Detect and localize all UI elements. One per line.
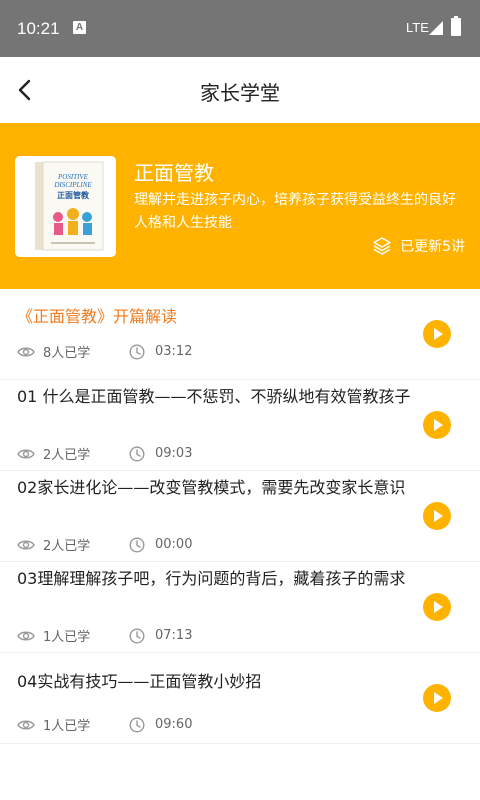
course-banner: POSITIVE DISCIPLINE 正面管教 正面管教 理解并走进孩子内心，…	[0, 123, 480, 289]
lesson-meta: 1人已学 07:13	[17, 626, 192, 645]
notification-a-icon: A	[73, 21, 86, 34]
layers-icon	[373, 237, 391, 255]
list-item[interactable]: 04实战有技巧——正面管教小妙招 1人已学 09:60	[0, 653, 480, 744]
lesson-title: 《正面管教》开篇解读	[17, 307, 178, 326]
battery-icon	[451, 16, 461, 36]
play-button[interactable]	[423, 593, 451, 621]
lesson-title: 03理解理解孩子吧，行为问题的背后，藏着孩子的需求	[17, 569, 406, 588]
app-bar: 家长学堂	[0, 57, 480, 123]
learner-count: 2人已学	[43, 539, 91, 554]
lesson-list: 《正面管教》开篇解读 8人已学 03:12 01 什么是正面管教——不惩罚、不骄…	[0, 289, 480, 744]
lesson-meta: 1人已学 09:60	[17, 715, 192, 734]
updated-count: 已更新5讲	[372, 236, 465, 256]
page-title: 家长学堂	[200, 81, 280, 105]
lesson-meta: 2人已学 00:00	[17, 535, 192, 554]
signal-icon	[429, 21, 443, 35]
cover-cn-title: 正面管教	[57, 190, 90, 200]
lesson-title: 01 什么是正面管教——不惩罚、不骄纵地有效管教孩子	[17, 387, 411, 406]
clock-icon	[129, 536, 145, 553]
list-item[interactable]: 《正面管教》开篇解读 8人已学 03:12	[0, 289, 480, 380]
network-type: LTE	[406, 20, 429, 35]
play-button[interactable]	[423, 502, 451, 530]
clock-icon	[129, 343, 145, 360]
clock-icon	[129, 445, 145, 462]
lesson-title: 04实战有技巧——正面管教小妙招	[17, 672, 262, 691]
course-title: 正面管教	[134, 161, 214, 185]
lesson-duration: 09:03	[155, 446, 193, 461]
list-item[interactable]: 01 什么是正面管教——不惩罚、不骄纵地有效管教孩子 2人已学 09:03	[0, 380, 480, 471]
updated-label: 已更新5讲	[400, 239, 465, 255]
lesson-meta: 2人已学 09:03	[17, 444, 192, 463]
status-bar: 10:21 A LTE	[0, 0, 480, 57]
course-cover-image: POSITIVE DISCIPLINE 正面管教	[15, 156, 116, 257]
eye-icon	[17, 347, 35, 356]
lesson-meta: 8人已学 03:12	[17, 342, 192, 361]
eye-icon	[17, 449, 35, 458]
clock-icon	[129, 716, 145, 733]
lesson-duration: 03:12	[155, 344, 193, 359]
learner-count: 1人已学	[43, 719, 91, 734]
learner-count: 2人已学	[43, 448, 91, 463]
play-button[interactable]	[423, 411, 451, 439]
course-description: 理解并走进孩子内心，培养孩子获得受益终生的良好人格和人生技能	[134, 192, 456, 231]
clock-icon	[129, 627, 145, 644]
learner-count: 8人已学	[43, 346, 91, 361]
lesson-title: 02家长进化论——改变管教模式，需要先改变家长意识	[17, 478, 406, 497]
lesson-duration: 09:60	[155, 717, 193, 732]
learner-count: 1人已学	[43, 630, 91, 645]
play-button[interactable]	[423, 320, 451, 348]
play-button[interactable]	[423, 684, 451, 712]
lesson-duration: 07:13	[155, 628, 193, 643]
cover-title-line1: POSITIVE	[57, 173, 89, 181]
status-time: 10:21	[17, 19, 60, 38]
eye-icon	[17, 631, 35, 640]
list-item[interactable]: 02家长进化论——改变管教模式，需要先改变家长意识 2人已学 00:00	[0, 471, 480, 562]
eye-icon	[17, 720, 35, 729]
list-item[interactable]: 03理解理解孩子吧，行为问题的背后，藏着孩子的需求 1人已学 07:13	[0, 562, 480, 653]
lesson-duration: 00:00	[155, 537, 193, 552]
eye-icon	[17, 540, 35, 549]
cover-title-line2: DISCIPLINE	[53, 181, 92, 189]
